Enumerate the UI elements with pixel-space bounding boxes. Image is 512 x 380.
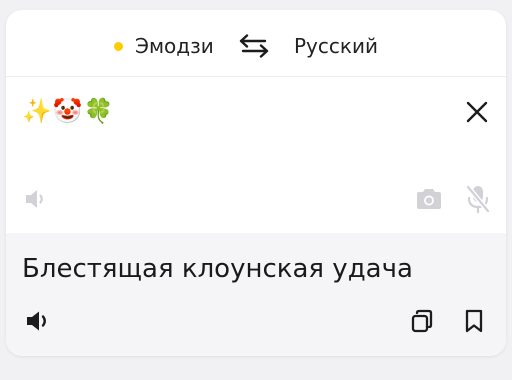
- input-text[interactable]: ✨🤡🍀: [22, 95, 115, 127]
- language-bar: Эмодзи Русский: [6, 10, 506, 77]
- target-language-selector[interactable]: Русский: [294, 33, 378, 59]
- source-speaker-button[interactable]: [22, 185, 50, 213]
- swap-arrows-icon: [239, 34, 269, 58]
- speaker-icon: [26, 190, 43, 208]
- translation-text: Блестящая клоунская удача: [22, 254, 413, 284]
- bookmark-icon: [465, 309, 483, 333]
- bookmark-button[interactable]: [460, 307, 488, 335]
- clear-input-button[interactable]: [464, 99, 490, 125]
- source-language-selector[interactable]: Эмодзи: [114, 33, 214, 59]
- microphone-off-icon: [465, 184, 491, 214]
- output-speaker-button[interactable]: [24, 307, 54, 335]
- target-language-label: Русский: [294, 34, 378, 58]
- copy-icon: [411, 309, 433, 333]
- camera-icon: [417, 189, 441, 209]
- source-language-label: Эмодзи: [135, 34, 214, 58]
- source-language-dot: [114, 41, 123, 51]
- swap-languages-button[interactable]: [238, 34, 270, 58]
- microphone-button[interactable]: [464, 183, 492, 215]
- output-area: Блестящая клоунская удача: [6, 233, 506, 356]
- copy-button[interactable]: [408, 307, 436, 335]
- input-area[interactable]: ✨🤡🍀: [6, 77, 506, 233]
- camera-button[interactable]: [414, 185, 444, 213]
- speaker-icon: [27, 311, 46, 331]
- translator-card: Эмодзи Русский ✨🤡🍀 Блестящая клоунская у…: [6, 10, 506, 356]
- close-icon: [466, 101, 488, 123]
